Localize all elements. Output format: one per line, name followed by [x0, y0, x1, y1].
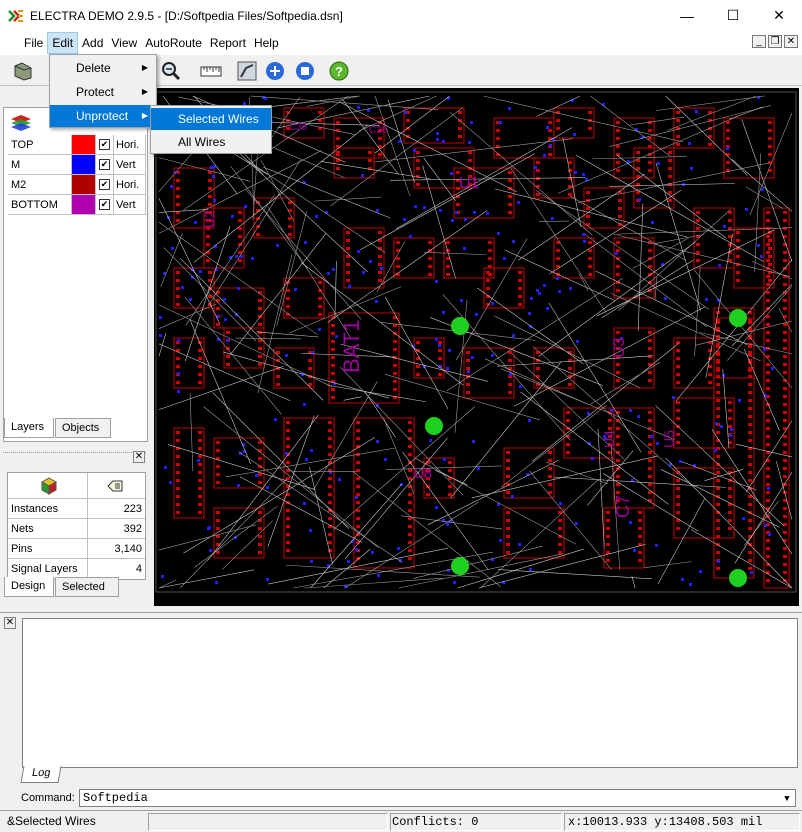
close-button[interactable]: ✕ — [756, 0, 802, 31]
tag-icon — [107, 480, 123, 491]
layer-visible-checkbox[interactable]: ✔ — [99, 159, 110, 170]
layer-name: BOTTOM — [8, 195, 72, 215]
status-bar: &Selected Wires Conflicts: 0 x:10013.933… — [0, 810, 802, 832]
menu-item-unprotect-label: Unprotect — [76, 109, 129, 123]
menu-help[interactable]: Help — [250, 33, 283, 53]
mdi-minimize-button[interactable]: _ — [752, 35, 766, 48]
menu-bar: File Edit Add View AutoRoute Report Help… — [0, 31, 802, 54]
layer-row-m2[interactable]: M2 ✔ Hori. — [8, 175, 146, 195]
svg-text:U4: U4 — [601, 430, 617, 448]
layers-panel: TOP ✔ Hori. M ✔ Vert M2 ✔ Hori. BOTTOM ✔… — [3, 107, 148, 442]
menu-report[interactable]: Report — [206, 33, 250, 53]
svg-text:U5: U5 — [661, 430, 677, 448]
instances-icon — [40, 476, 58, 495]
zoom-icon[interactable] — [158, 58, 184, 84]
ruler-icon[interactable] — [198, 58, 224, 84]
menu-item-delete-label: Delete — [76, 61, 111, 75]
layer-color-swatch[interactable] — [72, 195, 96, 215]
menu-item-unprotect[interactable]: Unprotect ▶ — [50, 105, 156, 127]
svg-text:U2: U2 — [201, 210, 217, 228]
chevron-right-icon: ▶ — [141, 87, 148, 96]
unprotect-submenu: Selected Wires All Wires — [150, 105, 272, 154]
menu-autoroute[interactable]: AutoRoute — [141, 33, 206, 53]
svg-text:BAT1: BAT1 — [339, 320, 364, 373]
menu-item-delete[interactable]: Delete ▶ — [50, 57, 156, 79]
log-panel-close-button[interactable]: ✕ — [4, 617, 16, 629]
help-icon[interactable]: ? — [326, 58, 352, 84]
svg-text:C35: C35 — [289, 122, 308, 133]
layers-icon — [11, 115, 31, 131]
status-conflicts: Conflicts: 0 — [390, 813, 562, 831]
menu-item-all-wires[interactable]: All Wires — [151, 131, 271, 153]
layer-row-m[interactable]: M ✔ Vert — [8, 155, 146, 175]
layer-name: M — [8, 155, 72, 175]
mdi-restore-button[interactable]: ❐ — [768, 35, 782, 48]
minimize-button[interactable]: — — [664, 0, 710, 31]
menu-item-protect-label: Protect — [76, 85, 115, 99]
svg-text:C7: C7 — [613, 495, 633, 518]
status-pane-empty — [148, 813, 388, 831]
svg-text:?: ? — [335, 64, 343, 79]
status-coordinates: x:10013.933 y:13408.503 mil — [564, 813, 800, 831]
log-output[interactable] — [22, 618, 798, 768]
command-label: Command: — [21, 792, 75, 804]
menu-item-protect[interactable]: Protect ▶ — [50, 81, 156, 103]
command-input[interactable]: Softpedia ▼ — [79, 789, 796, 807]
layer-row-top[interactable]: TOP ✔ Hori. — [8, 135, 146, 155]
layer-row-bottom[interactable]: BOTTOM ✔ Vert — [8, 195, 146, 215]
menu-edit[interactable]: Edit — [47, 31, 79, 54]
menu-view[interactable]: View — [107, 33, 141, 53]
status-hint: &Selected Wires — [7, 814, 96, 828]
layer-name: M2 — [8, 175, 72, 195]
chevron-right-icon: ▶ — [141, 111, 148, 120]
route-icon[interactable] — [234, 58, 260, 84]
layer-direction[interactable]: Hori. — [114, 175, 146, 195]
tab-log[interactable]: Log — [20, 766, 62, 783]
menu-add[interactable]: Add — [78, 33, 107, 53]
mdi-close-button[interactable]: ✕ — [784, 35, 798, 48]
tab-selected[interactable]: Selected — [55, 577, 119, 597]
title-bar: ELECTRA DEMO 2.9.5 - [D:/Softpedia Files… — [0, 0, 802, 31]
design-row-pins: Pins 3,140 — [8, 539, 145, 559]
pcb-canvas[interactable]: BAT1 U2 U1 U3 U4 U5 C7 U8 C35 C36 — [154, 88, 799, 606]
layer-direction[interactable]: Vert — [114, 195, 146, 215]
chevron-down-icon[interactable]: ▼ — [780, 791, 794, 805]
menu-file[interactable]: File — [20, 33, 47, 53]
menu-item-selected-wires[interactable]: Selected Wires — [151, 108, 271, 130]
svg-text:C36: C36 — [369, 125, 388, 136]
edit-menu-dropdown: Delete ▶ Protect ▶ Unprotect ▶ — [49, 54, 157, 128]
chevron-right-icon: ▶ — [141, 63, 148, 72]
svg-text:U8: U8 — [414, 465, 432, 481]
tab-design[interactable]: Design — [4, 577, 54, 597]
design-panel-close-button[interactable]: ✕ — [133, 451, 145, 463]
layer-visible-checkbox[interactable]: ✔ — [99, 179, 110, 190]
window-title: ELECTRA DEMO 2.9.5 - [D:/Softpedia Files… — [30, 8, 343, 23]
stop-icon[interactable] — [292, 58, 318, 84]
design-row-nets: Nets 392 — [8, 519, 145, 539]
layer-color-swatch[interactable] — [72, 135, 96, 155]
design-row-signal-layers: Signal Layers 4 — [8, 559, 145, 579]
tab-layers[interactable]: Layers — [4, 418, 54, 438]
design-row-instances: Instances 223 — [8, 499, 145, 519]
wire-icon[interactable] — [262, 58, 288, 84]
command-input-value: Softpedia — [83, 791, 148, 805]
layer-direction[interactable]: Vert — [114, 155, 146, 175]
layer-visible-checkbox[interactable]: ✔ — [99, 199, 110, 210]
app-icon — [8, 9, 23, 22]
layer-color-swatch[interactable] — [72, 175, 96, 195]
panel-grip — [3, 452, 146, 453]
tab-objects[interactable]: Objects — [55, 418, 111, 438]
maximize-button[interactable]: ☐ — [710, 0, 756, 31]
layer-name: TOP — [8, 135, 72, 155]
open-icon[interactable] — [10, 58, 36, 84]
svg-text:U1: U1 — [459, 175, 480, 192]
layer-visible-checkbox[interactable]: ✔ — [99, 139, 110, 150]
svg-text:U3: U3 — [611, 337, 628, 358]
layer-color-swatch[interactable] — [72, 155, 96, 175]
layer-direction[interactable]: Hori. — [114, 135, 146, 155]
